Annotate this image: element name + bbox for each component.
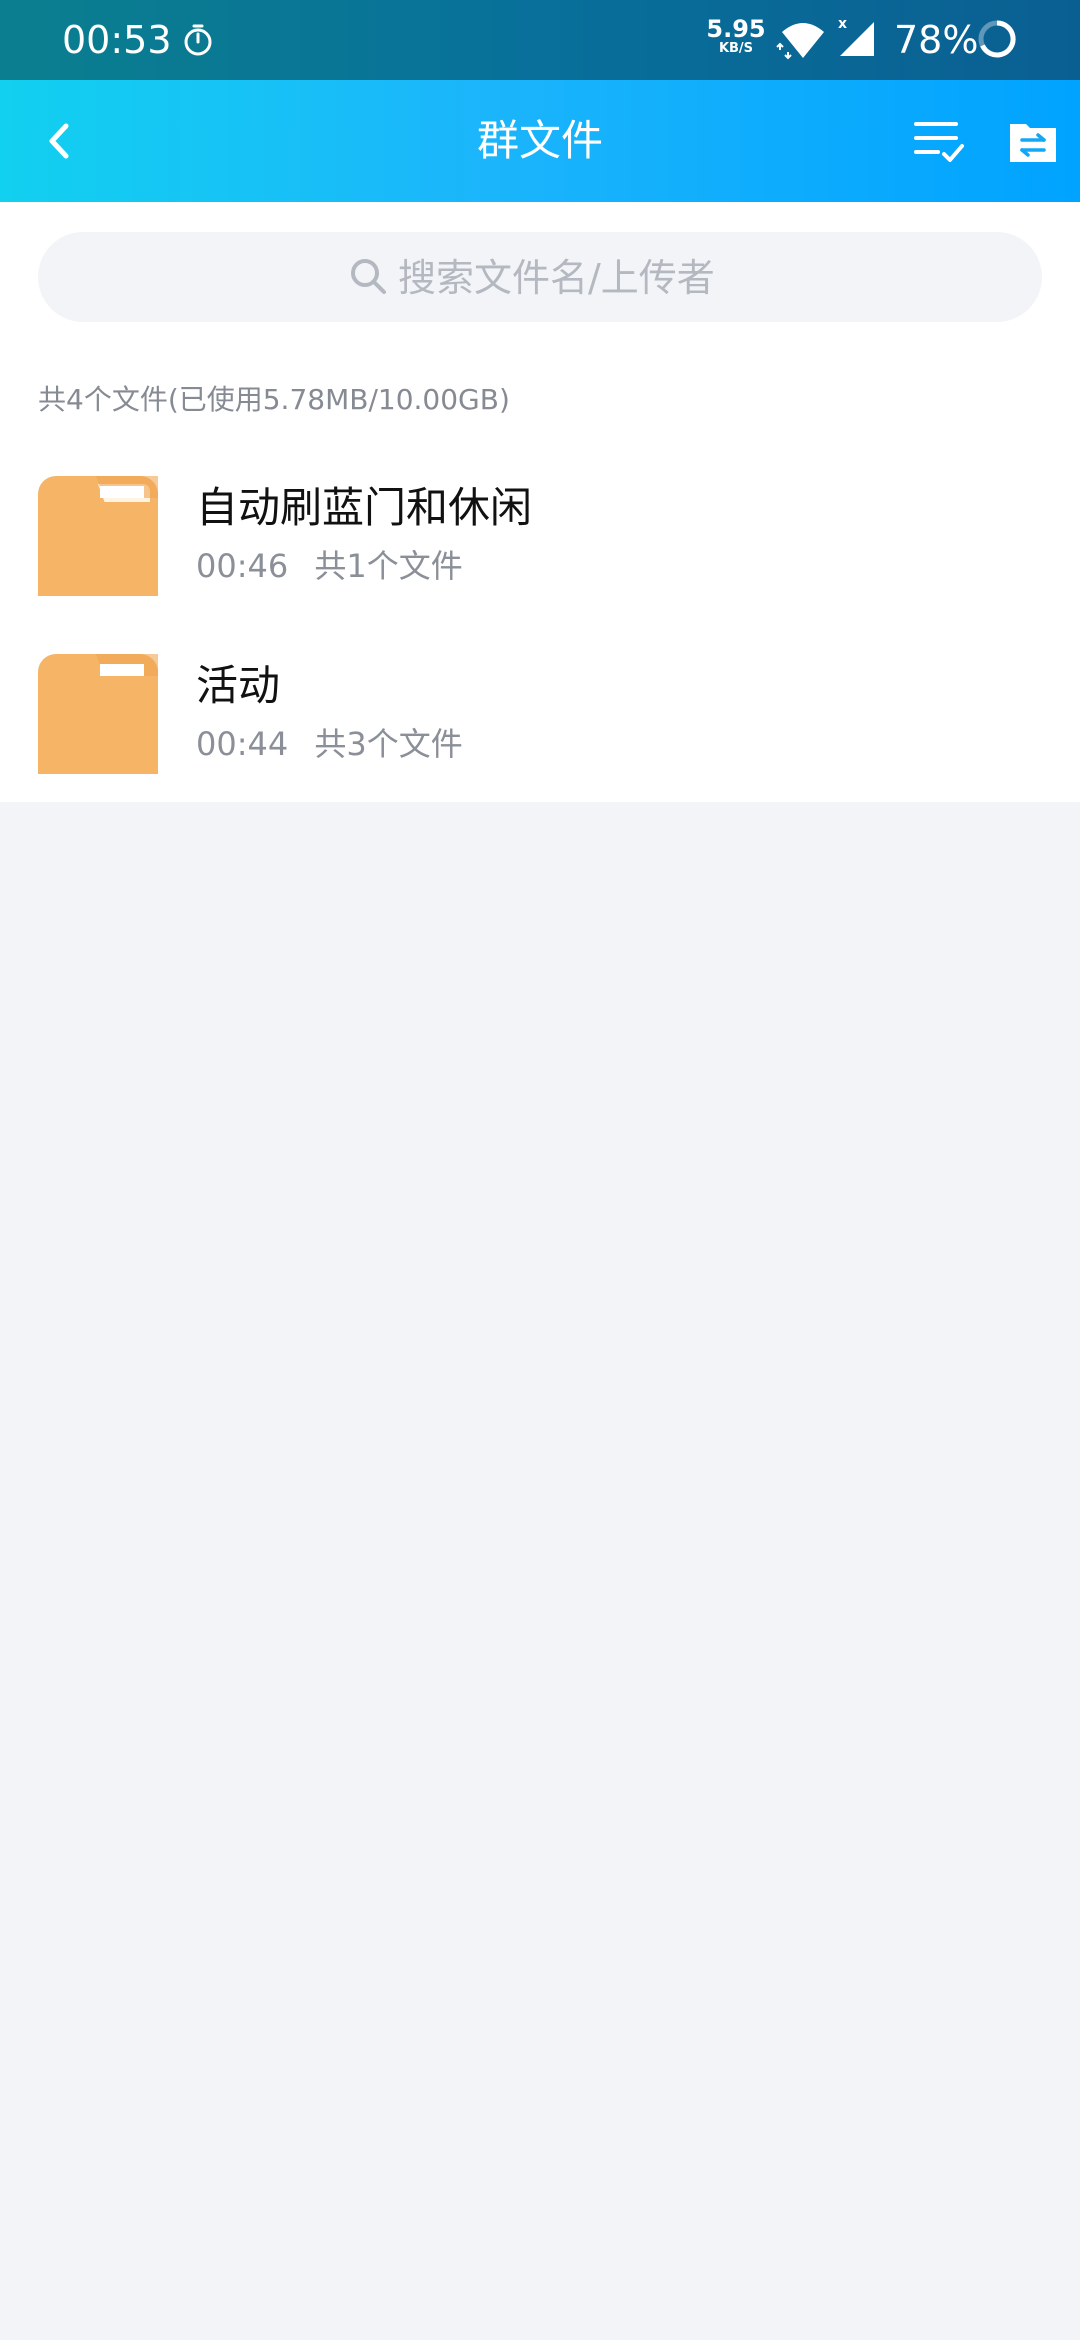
folder-meta: 00:46 共1个文件 — [196, 544, 463, 588]
search-icon — [351, 259, 386, 294]
page-title: 群文件 — [476, 116, 603, 165]
file-list-panel: 搜索文件名/上传者 共4个文件(已使用5.78MB/10.00GB) 自动刷蓝门… — [0, 202, 1080, 802]
folder-icon — [38, 654, 158, 774]
back-icon[interactable] — [28, 108, 94, 174]
status-bar: 00:53 5.95 KB/S x 78% — [0, 0, 1080, 80]
folder-time: 00:44 — [196, 725, 289, 763]
status-time: 00:53 — [62, 18, 172, 62]
folder-item[interactable]: 活动 00:44 共3个文件 — [0, 638, 1080, 798]
search-input[interactable]: 搜索文件名/上传者 — [38, 232, 1042, 322]
network-speed-value: 5.95 — [706, 15, 766, 43]
battery-icon — [978, 20, 1016, 58]
svg-text:x: x — [838, 16, 847, 32]
folder-name: 活动 — [196, 661, 281, 710]
folder-item[interactable]: 自动刷蓝门和休闲 00:46 共1个文件 — [0, 460, 1080, 620]
signal-icon: x — [838, 16, 874, 56]
folder-file-count: 共1个文件 — [314, 547, 463, 585]
folder-meta: 00:44 共3个文件 — [196, 722, 463, 766]
wifi-icon — [782, 23, 824, 58]
folder-name: 自动刷蓝门和休闲 — [196, 483, 533, 532]
multi-select-icon[interactable] — [908, 110, 970, 172]
folder-icon — [38, 476, 158, 596]
folder-file-count: 共3个文件 — [314, 725, 463, 763]
search-placeholder: 搜索文件名/上传者 — [398, 256, 715, 300]
app-header: 群文件 — [0, 80, 1080, 202]
folder-time: 00:46 — [196, 547, 289, 585]
file-summary: 共4个文件(已使用5.78MB/10.00GB) — [38, 383, 510, 416]
network-speed: 5.95 KB/S — [706, 16, 766, 56]
battery-percent: 78% — [894, 18, 979, 62]
timer-icon — [184, 24, 212, 56]
file-transfer-icon[interactable] — [1002, 110, 1064, 172]
network-speed-unit: KB/S — [718, 41, 754, 56]
